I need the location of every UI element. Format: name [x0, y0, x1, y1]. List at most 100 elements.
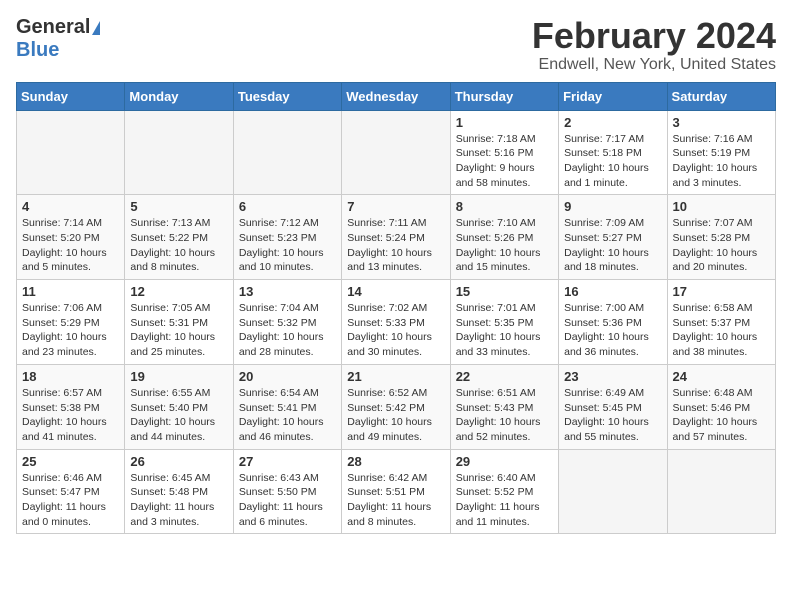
day-number: 27 [239, 454, 336, 469]
day-info: Sunrise: 7:14 AMSunset: 5:20 PMDaylight:… [22, 216, 119, 275]
calendar-cell: 2 Sunrise: 7:17 AMSunset: 5:18 PMDaylight… [559, 110, 667, 195]
calendar-cell: 15 Sunrise: 7:01 AMSunset: 5:35 PMDayligh… [450, 280, 558, 365]
calendar-header-row: SundayMondayTuesdayWednesdayThursdayFrid… [17, 82, 776, 110]
day-number: 26 [130, 454, 227, 469]
day-info: Sunrise: 6:57 AMSunset: 5:38 PMDaylight:… [22, 386, 119, 445]
day-info: Sunrise: 6:48 AMSunset: 5:46 PMDaylight:… [673, 386, 770, 445]
day-number: 4 [22, 199, 119, 214]
day-number: 14 [347, 284, 444, 299]
calendar-cell: 21 Sunrise: 6:52 AMSunset: 5:42 PMDayligh… [342, 364, 450, 449]
title-block: February 2024 Endwell, New York, United … [532, 16, 776, 74]
calendar-cell: 1 Sunrise: 7:18 AMSunset: 5:16 PMDaylight… [450, 110, 558, 195]
day-number: 5 [130, 199, 227, 214]
calendar-cell: 3 Sunrise: 7:16 AMSunset: 5:19 PMDaylight… [667, 110, 775, 195]
day-number: 8 [456, 199, 553, 214]
day-number: 12 [130, 284, 227, 299]
calendar-cell: 20 Sunrise: 6:54 AMSunset: 5:41 PMDayligh… [233, 364, 341, 449]
calendar-cell: 24 Sunrise: 6:48 AMSunset: 5:46 PMDayligh… [667, 364, 775, 449]
day-number: 11 [22, 284, 119, 299]
calendar-cell [342, 110, 450, 195]
calendar-cell [233, 110, 341, 195]
day-info: Sunrise: 7:10 AMSunset: 5:26 PMDaylight:… [456, 216, 553, 275]
day-info: Sunrise: 7:02 AMSunset: 5:33 PMDaylight:… [347, 301, 444, 360]
logo-icon [92, 21, 100, 35]
logo: General Blue [16, 16, 100, 62]
day-info: Sunrise: 7:18 AMSunset: 5:16 PMDaylight:… [456, 132, 553, 191]
day-number: 15 [456, 284, 553, 299]
calendar-cell: 4 Sunrise: 7:14 AMSunset: 5:20 PMDaylight… [17, 195, 125, 280]
day-info: Sunrise: 7:04 AMSunset: 5:32 PMDaylight:… [239, 301, 336, 360]
week-row-4: 18 Sunrise: 6:57 AMSunset: 5:38 PMDayligh… [17, 364, 776, 449]
day-info: Sunrise: 6:51 AMSunset: 5:43 PMDaylight:… [456, 386, 553, 445]
day-number: 22 [456, 369, 553, 384]
calendar-cell: 5 Sunrise: 7:13 AMSunset: 5:22 PMDaylight… [125, 195, 233, 280]
calendar-cell: 17 Sunrise: 6:58 AMSunset: 5:37 PMDayligh… [667, 280, 775, 365]
week-row-3: 11 Sunrise: 7:06 AMSunset: 5:29 PMDayligh… [17, 280, 776, 365]
calendar-subtitle: Endwell, New York, United States [532, 56, 776, 74]
calendar-cell: 7 Sunrise: 7:11 AMSunset: 5:24 PMDaylight… [342, 195, 450, 280]
calendar-cell: 11 Sunrise: 7:06 AMSunset: 5:29 PMDayligh… [17, 280, 125, 365]
calendar-cell: 14 Sunrise: 7:02 AMSunset: 5:33 PMDayligh… [342, 280, 450, 365]
day-number: 7 [347, 199, 444, 214]
calendar-cell: 22 Sunrise: 6:51 AMSunset: 5:43 PMDayligh… [450, 364, 558, 449]
day-number: 1 [456, 115, 553, 130]
calendar-cell: 19 Sunrise: 6:55 AMSunset: 5:40 PMDayligh… [125, 364, 233, 449]
day-number: 29 [456, 454, 553, 469]
day-info: Sunrise: 7:05 AMSunset: 5:31 PMDaylight:… [130, 301, 227, 360]
day-info: Sunrise: 7:07 AMSunset: 5:28 PMDaylight:… [673, 216, 770, 275]
day-info: Sunrise: 7:16 AMSunset: 5:19 PMDaylight:… [673, 132, 770, 191]
day-number: 18 [22, 369, 119, 384]
day-info: Sunrise: 7:01 AMSunset: 5:35 PMDaylight:… [456, 301, 553, 360]
calendar-cell: 10Sunrise: 7:07 AMSunset: 5:28 PMDayligh… [667, 195, 775, 280]
day-number: 9 [564, 199, 661, 214]
day-info: Sunrise: 6:49 AMSunset: 5:45 PMDaylight:… [564, 386, 661, 445]
day-number: 24 [673, 369, 770, 384]
day-number: 28 [347, 454, 444, 469]
calendar-table: SundayMondayTuesdayWednesdayThursdayFrid… [16, 82, 776, 535]
day-info: Sunrise: 6:46 AMSunset: 5:47 PMDaylight:… [22, 471, 119, 530]
calendar-cell: 18 Sunrise: 6:57 AMSunset: 5:38 PMDayligh… [17, 364, 125, 449]
day-info: Sunrise: 7:00 AMSunset: 5:36 PMDaylight:… [564, 301, 661, 360]
day-info: Sunrise: 6:54 AMSunset: 5:41 PMDaylight:… [239, 386, 336, 445]
day-number: 3 [673, 115, 770, 130]
day-info: Sunrise: 7:13 AMSunset: 5:22 PMDaylight:… [130, 216, 227, 275]
day-number: 6 [239, 199, 336, 214]
day-number: 17 [673, 284, 770, 299]
calendar-cell [667, 449, 775, 534]
day-of-week-thursday: Thursday [450, 82, 558, 110]
week-row-5: 25Sunrise: 6:46 AMSunset: 5:47 PMDayligh… [17, 449, 776, 534]
day-number: 20 [239, 369, 336, 384]
calendar-cell: 13 Sunrise: 7:04 AMSunset: 5:32 PMDayligh… [233, 280, 341, 365]
day-info: Sunrise: 6:55 AMSunset: 5:40 PMDaylight:… [130, 386, 227, 445]
day-number: 19 [130, 369, 227, 384]
day-number: 21 [347, 369, 444, 384]
day-number: 16 [564, 284, 661, 299]
day-info: Sunrise: 6:42 AMSunset: 5:51 PMDaylight:… [347, 471, 444, 530]
day-info: Sunrise: 7:06 AMSunset: 5:29 PMDaylight:… [22, 301, 119, 360]
calendar-cell: 27Sunrise: 6:43 AMSunset: 5:50 PMDayligh… [233, 449, 341, 534]
day-info: Sunrise: 7:12 AMSunset: 5:23 PMDaylight:… [239, 216, 336, 275]
calendar-cell: 9 Sunrise: 7:09 AMSunset: 5:27 PMDaylight… [559, 195, 667, 280]
day-info: Sunrise: 7:09 AMSunset: 5:27 PMDaylight:… [564, 216, 661, 275]
calendar-cell [125, 110, 233, 195]
calendar-cell: 26Sunrise: 6:45 AMSunset: 5:48 PMDayligh… [125, 449, 233, 534]
day-info: Sunrise: 6:52 AMSunset: 5:42 PMDaylight:… [347, 386, 444, 445]
calendar-cell: 25Sunrise: 6:46 AMSunset: 5:47 PMDayligh… [17, 449, 125, 534]
day-info: Sunrise: 7:17 AMSunset: 5:18 PMDaylight:… [564, 132, 661, 191]
calendar-cell: 12 Sunrise: 7:05 AMSunset: 5:31 PMDayligh… [125, 280, 233, 365]
day-of-week-wednesday: Wednesday [342, 82, 450, 110]
day-number: 23 [564, 369, 661, 384]
day-number: 13 [239, 284, 336, 299]
page-header: General Blue February 2024 Endwell, New … [16, 16, 776, 74]
day-info: Sunrise: 6:58 AMSunset: 5:37 PMDaylight:… [673, 301, 770, 360]
day-of-week-monday: Monday [125, 82, 233, 110]
week-row-2: 4 Sunrise: 7:14 AMSunset: 5:20 PMDaylight… [17, 195, 776, 280]
day-of-week-sunday: Sunday [17, 82, 125, 110]
calendar-cell: 6 Sunrise: 7:12 AMSunset: 5:23 PMDaylight… [233, 195, 341, 280]
day-of-week-tuesday: Tuesday [233, 82, 341, 110]
logo-general-text: General [16, 16, 90, 39]
calendar-cell: 23 Sunrise: 6:49 AMSunset: 5:45 PMDayligh… [559, 364, 667, 449]
day-number: 2 [564, 115, 661, 130]
logo-blue-text: Blue [16, 39, 59, 62]
day-info: Sunrise: 7:11 AMSunset: 5:24 PMDaylight:… [347, 216, 444, 275]
